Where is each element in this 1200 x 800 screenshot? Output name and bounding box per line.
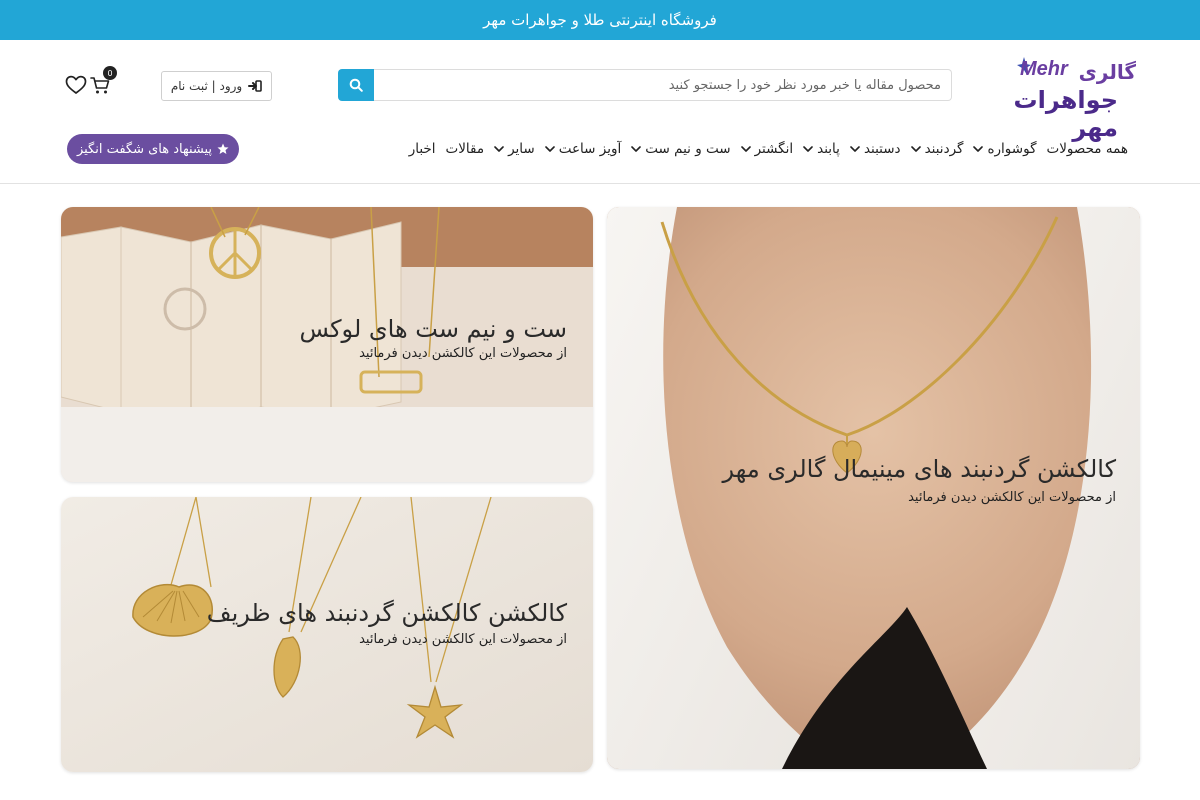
- nav-item-label: مقالات: [445, 141, 485, 157]
- nav-item-label: همه محصولات: [1046, 141, 1129, 157]
- nav-item-label: گوشواره: [987, 141, 1037, 157]
- nav-item-label: ست و نیم ست: [645, 141, 731, 157]
- sign-in-icon: [248, 80, 263, 92]
- nav-item-3[interactable]: دستبند: [850, 141, 901, 157]
- collection-card-lux[interactable]: ست و نیم ست های لوکس از محصولات این کالک…: [61, 207, 593, 482]
- top-announcement-banner: فروشگاه اینترنتی طلا و جواهرات مهر: [0, 0, 1200, 40]
- nav-item-7[interactable]: آویز ساعت: [544, 141, 622, 157]
- nav-item-5[interactable]: انگشتر: [740, 141, 794, 157]
- search-button[interactable]: [338, 69, 374, 101]
- nav-item-label: اخبار: [408, 141, 436, 157]
- collection-subtitle: از محصولات این کالکشن دیدن فرمائید: [359, 346, 567, 361]
- nav-item-10[interactable]: اخبار: [409, 141, 436, 157]
- header-divider: [0, 183, 1200, 184]
- site-logo[interactable]: Mehr گالری جواهرات مهر: [990, 54, 1140, 142]
- amazing-offers-button[interactable]: پیشنهاد های شگفت انگیز: [67, 134, 239, 164]
- chevron-down-icon: [910, 146, 921, 152]
- cart-count: 0: [107, 68, 113, 78]
- nav-item-label: سایر: [508, 141, 535, 157]
- wishlist-heart-icon[interactable]: [65, 75, 87, 95]
- amazing-offers-label: پیشنهاد های شگفت انگیز: [76, 141, 213, 157]
- nav-item-label: آویز ساعت: [558, 141, 622, 157]
- nav-item-label: پابند: [817, 141, 840, 157]
- nav-item-label: دستبند: [863, 141, 901, 157]
- logo-latin-text: Mehr: [1020, 58, 1068, 80]
- minimal-necklace-photo: [607, 207, 1140, 769]
- nav-item-2[interactable]: گردنبند: [910, 141, 964, 157]
- logo-gallery-text: گالری: [1078, 60, 1136, 84]
- nav-item-0[interactable]: همه محصولات: [1047, 141, 1129, 157]
- search-icon: [349, 78, 363, 92]
- collection-subtitle: از محصولات این کالکشن دیدن فرمائید: [908, 490, 1116, 505]
- nav-item-8[interactable]: سایر: [494, 141, 535, 157]
- main-navigation: همه محصولات گوشواره گردنبند دستبند پابند انگش…: [409, 138, 1128, 160]
- login-register-button[interactable]: ورود | ثبت نام: [161, 71, 272, 101]
- search-bar: [338, 69, 952, 101]
- search-input[interactable]: [374, 69, 952, 101]
- chevron-down-icon: [494, 146, 504, 152]
- collection-card-delicate[interactable]: کالکشن کالکشن گردنبند های ظریف از محصولا…: [61, 497, 593, 772]
- logo-jewels-text: جواهرات مهر: [1013, 86, 1118, 142]
- collection-title: کالکشن گردنبند های مینیمال گالری مهر: [722, 455, 1116, 483]
- chevron-down-icon: [631, 146, 642, 152]
- chevron-down-icon: [803, 146, 813, 152]
- star-icon: [217, 143, 229, 154]
- lux-set-photo: [61, 207, 593, 482]
- nav-item-6[interactable]: ست و نیم ست: [631, 141, 731, 157]
- chevron-down-icon: [544, 146, 555, 152]
- collection-title: ست و نیم ست های لوکس: [299, 315, 567, 343]
- nav-item-label: گردنبند: [924, 141, 964, 157]
- nav-item-label: انگشتر: [754, 141, 794, 157]
- chevron-down-icon: [740, 146, 751, 152]
- banner-text: فروشگاه اینترنتی طلا و جواهرات مهر: [483, 11, 717, 29]
- nav-item-1[interactable]: گوشواره: [973, 141, 1037, 157]
- collection-subtitle: از محصولات این کالکشن دیدن فرمائید: [359, 632, 567, 647]
- chevron-down-icon: [850, 146, 860, 152]
- chevron-down-icon: [973, 146, 984, 152]
- collection-title: کالکشن کالکشن گردنبند های ظریف: [206, 599, 567, 627]
- nav-item-4[interactable]: پابند: [803, 141, 840, 157]
- login-register-label: ورود | ثبت نام: [170, 79, 243, 93]
- nav-item-9[interactable]: مقالات: [446, 141, 485, 157]
- collection-card-minimal[interactable]: کالکشن گردنبند های مینیمال گالری مهر از …: [607, 207, 1140, 769]
- cart-count-badge: 0: [103, 66, 117, 80]
